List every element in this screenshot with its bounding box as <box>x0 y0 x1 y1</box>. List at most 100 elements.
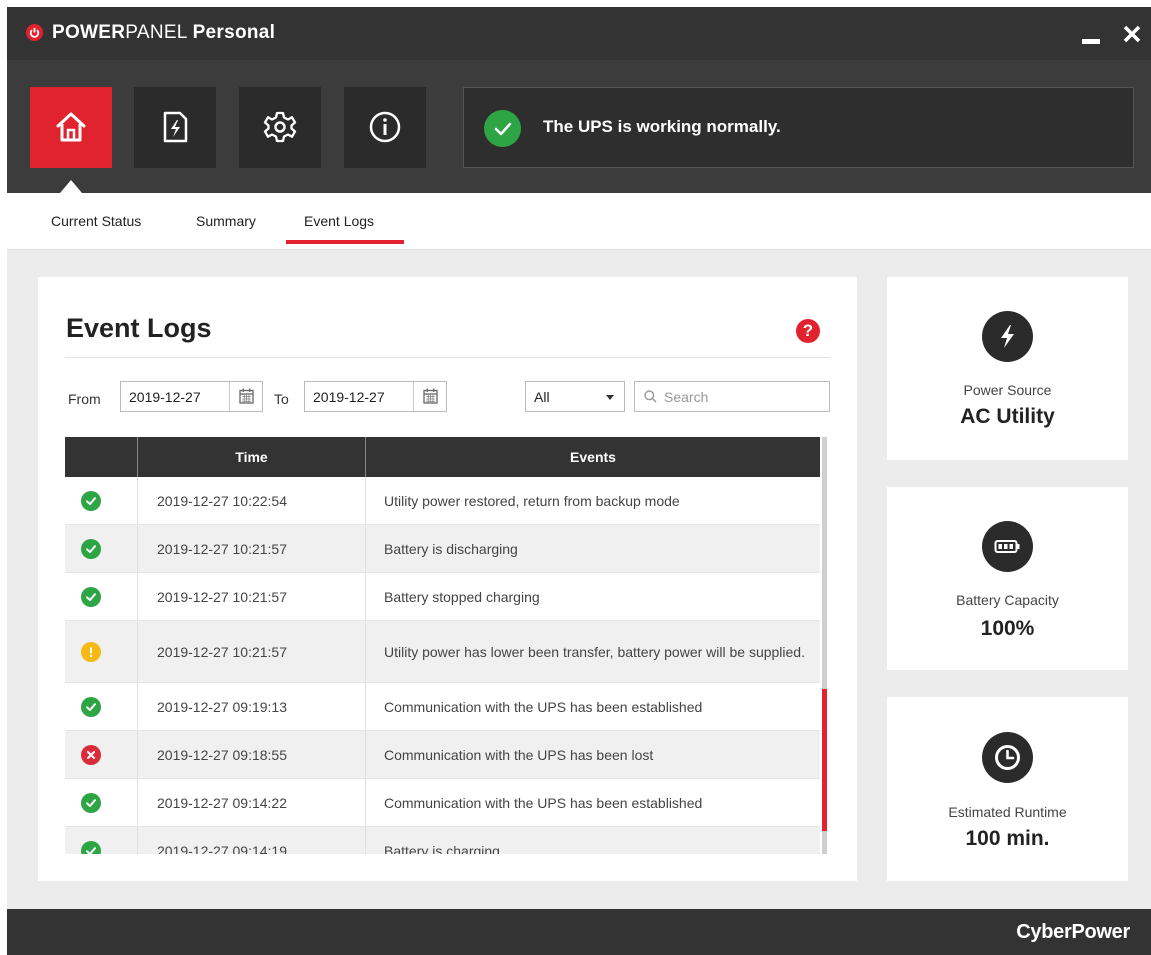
battery-capacity-value: 100% <box>980 617 1035 640</box>
tab-event-logs[interactable]: Event Logs <box>304 213 374 229</box>
power-source-value: AC Utility <box>960 405 1055 428</box>
table-row[interactable]: 2019-12-27 09:19:13 Communication with th… <box>65 683 820 731</box>
battery-capacity-label: Battery Capacity <box>956 592 1059 608</box>
severity-cell <box>65 683 138 730</box>
event-time: 2019-12-27 09:14:22 <box>157 794 287 811</box>
table-row[interactable]: 2019-12-27 09:14:22 Communication with th… <box>65 779 820 827</box>
active-tab-indicator <box>286 240 404 244</box>
event-description: Communication with the UPS has been lost <box>384 746 654 763</box>
severity-cell <box>65 779 138 826</box>
tab-current-status[interactable]: Current Status <box>51 213 141 229</box>
battery-capacity-card: Battery Capacity 100% <box>887 487 1128 670</box>
power-source-label: Power Source <box>963 382 1052 398</box>
calendar-icon <box>423 388 438 404</box>
event-description: Battery is charging <box>384 842 500 855</box>
to-calendar-button[interactable] <box>413 382 446 411</box>
table-row[interactable]: 2019-12-27 10:21:57 Battery stopped charg… <box>65 573 820 621</box>
filter-selected-value: All <box>534 389 550 405</box>
runtime-card: Estimated Runtime 100 min. <box>887 697 1128 881</box>
success-check-icon <box>81 490 101 511</box>
table-row[interactable]: 2019-12-27 09:14:19 Battery is charging <box>65 827 820 854</box>
event-cell: Communication with the UPS has been lost <box>366 731 806 778</box>
nav-home-button[interactable] <box>30 87 112 168</box>
search-icon <box>644 390 657 403</box>
from-label: From <box>68 391 101 407</box>
error-icon <box>81 744 101 765</box>
battery-icon <box>982 521 1033 572</box>
event-cell: Battery is discharging <box>366 525 806 572</box>
nav-info-button[interactable] <box>344 87 426 168</box>
nav-settings-button[interactable] <box>239 87 321 168</box>
event-cell: Battery is charging <box>366 827 806 855</box>
event-time: 2019-12-27 09:14:19 <box>157 842 287 855</box>
time-cell: 2019-12-27 09:14:19 <box>138 827 366 854</box>
event-time: 2019-12-27 10:22:54 <box>157 492 287 509</box>
lightning-icon <box>982 311 1033 362</box>
success-check-icon <box>81 696 101 717</box>
warning-icon <box>81 641 101 662</box>
from-date-field[interactable]: 2019-12-27 <box>120 381 263 412</box>
event-time: 2019-12-27 09:18:55 <box>157 746 287 763</box>
time-cell: 2019-12-27 09:18:55 <box>138 731 366 778</box>
from-calendar-button[interactable] <box>229 382 262 411</box>
chevron-down-icon <box>606 395 614 400</box>
page-title: Event Logs <box>66 313 212 343</box>
app-title-bold: POWER <box>52 22 126 43</box>
app-title-suffix: Personal <box>192 22 276 43</box>
event-log-table: Time Events 2019-12-27 10:22:54 Utility p… <box>65 437 830 854</box>
event-time: 2019-12-27 10:21:57 <box>157 588 287 605</box>
status-ok-icon <box>484 110 521 147</box>
main-toolbar: The UPS is working normally. <box>7 60 1151 193</box>
to-date-value: 2019-12-27 <box>313 389 385 405</box>
search-input[interactable] <box>664 387 824 407</box>
close-button[interactable] <box>1119 21 1145 47</box>
column-header-events: Events <box>570 449 616 465</box>
to-label: To <box>274 391 289 407</box>
success-check-icon <box>81 538 101 559</box>
title-divider <box>65 357 830 358</box>
event-description: Communication with the UPS has been esta… <box>384 794 703 811</box>
severity-cell <box>65 731 138 778</box>
footer-bar: CyberPower <box>7 909 1151 955</box>
status-message: The UPS is working normally. <box>543 117 781 136</box>
app-title: POWERPANEL Personal <box>52 22 275 44</box>
active-nav-pointer <box>60 180 82 193</box>
event-time: 2019-12-27 10:21:57 <box>157 643 287 660</box>
event-cell: Communication with the UPS has been esta… <box>366 779 806 826</box>
success-check-icon <box>81 792 101 813</box>
table-row[interactable]: 2019-12-27 10:21:57 Utility power has low… <box>65 621 820 683</box>
time-cell: 2019-12-27 10:21:57 <box>138 525 366 572</box>
column-header-time: Time <box>138 437 366 477</box>
clock-icon <box>982 732 1033 783</box>
tab-summary[interactable]: Summary <box>196 213 256 229</box>
help-icon[interactable]: ? <box>796 319 820 343</box>
event-cell: Communication with the UPS has been esta… <box>366 683 806 730</box>
to-date-field[interactable]: 2019-12-27 <box>304 381 447 412</box>
severity-cell <box>65 621 138 682</box>
title-bar: POWERPANEL Personal <box>7 7 1151 60</box>
severity-cell <box>65 525 138 572</box>
search-box[interactable] <box>634 381 830 412</box>
event-description: Utility power has lower been transfer, b… <box>384 643 805 660</box>
time-cell: 2019-12-27 10:22:54 <box>138 477 366 524</box>
event-description: Battery stopped charging <box>384 588 540 605</box>
power-source-card: Power Source AC Utility <box>887 277 1128 460</box>
table-row[interactable]: 2019-12-27 10:21:57 Battery is dischargin… <box>65 525 820 573</box>
table-row[interactable]: 2019-12-27 10:22:54 Utility power restore… <box>65 477 820 525</box>
scrollbar-thumb[interactable] <box>822 689 827 831</box>
app-window: POWERPANEL Personal The UPS is working n… <box>7 7 1151 955</box>
event-cell: Battery stopped charging <box>366 573 806 620</box>
table-body: 2019-12-27 10:22:54 Utility power restore… <box>65 477 820 854</box>
minimize-button[interactable] <box>1079 21 1105 47</box>
severity-cell <box>65 827 138 854</box>
success-check-icon <box>81 586 101 607</box>
nav-event-log-button[interactable] <box>134 87 216 168</box>
severity-filter-select[interactable]: All <box>525 381 625 412</box>
close-icon <box>1123 25 1141 43</box>
time-cell: 2019-12-27 10:21:57 <box>138 621 366 682</box>
time-cell: 2019-12-27 09:14:22 <box>138 779 366 826</box>
table-row[interactable]: 2019-12-27 09:18:55 Communication with th… <box>65 731 820 779</box>
event-description: Battery is discharging <box>384 540 518 557</box>
gear-icon <box>263 111 297 143</box>
event-time: 2019-12-27 09:19:13 <box>157 698 287 715</box>
